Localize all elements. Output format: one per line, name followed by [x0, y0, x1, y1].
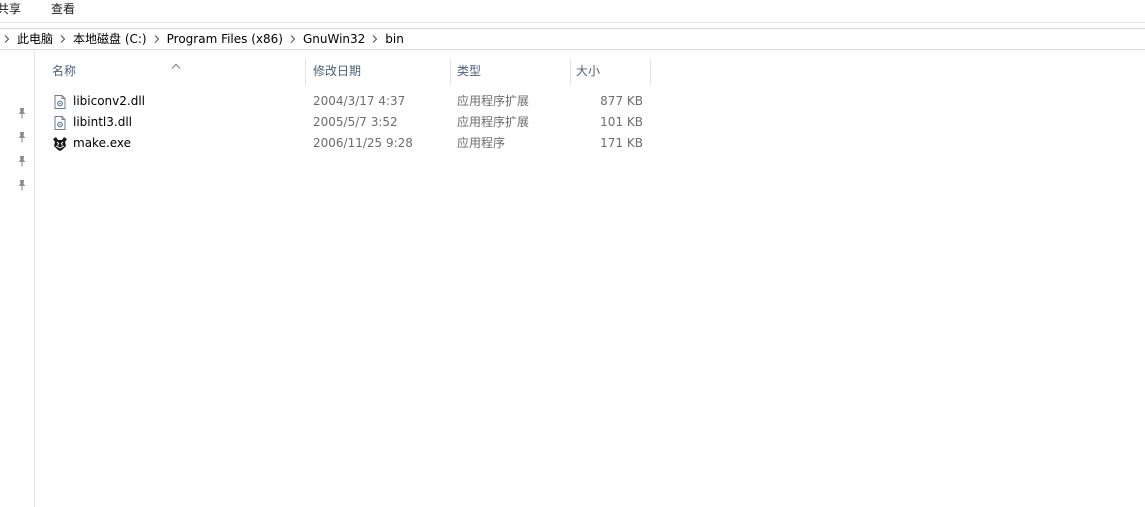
file-row[interactable]: libiconv2.dll 2004/3/17 4:37 应用程序扩展 877 …: [34, 91, 654, 112]
breadcrumb-program-files-x86[interactable]: Program Files (x86): [164, 29, 286, 49]
dll-file-icon: [52, 94, 68, 110]
breadcrumb-bin[interactable]: bin: [382, 29, 407, 49]
file-name-cell[interactable]: make.exe: [52, 133, 131, 154]
pin-icon[interactable]: [17, 152, 27, 167]
file-size: 171 KB: [600, 136, 643, 150]
file-name: make.exe: [73, 136, 132, 150]
chevron-right-icon[interactable]: [0, 29, 14, 49]
file-name-cell[interactable]: libiconv2.dll: [52, 91, 145, 112]
pin-icon[interactable]: [17, 176, 27, 191]
file-list: libiconv2.dll 2004/3/17 4:37 应用程序扩展 877 …: [34, 91, 654, 154]
file-name: libiconv2.dll: [73, 94, 145, 108]
chevron-right-icon[interactable]: [368, 29, 382, 49]
file-size: 877 KB: [600, 94, 643, 108]
tab-share[interactable]: 共享: [0, 1, 21, 17]
gnu-exe-icon: [52, 136, 68, 152]
pin-icon[interactable]: [17, 128, 27, 143]
chevron-right-icon[interactable]: [56, 29, 70, 49]
file-row[interactable]: make.exe 2006/11/25 9:28 应用程序 171 KB: [34, 133, 654, 154]
column-header-date-modified[interactable]: 修改日期: [307, 56, 450, 86]
column-headers: 名称 修改日期 类型 大小: [34, 56, 654, 86]
column-header-size[interactable]: 大小: [570, 56, 650, 86]
file-type: 应用程序扩展: [457, 94, 530, 108]
chevron-right-icon[interactable]: [286, 29, 300, 49]
column-header-name[interactable]: 名称: [46, 56, 304, 86]
file-date: 2004/3/17 4:37: [313, 94, 406, 108]
file-date: 2005/5/7 3:52: [313, 115, 398, 129]
address-bar[interactable]: 此电脑 本地磁盘 (C:) Program Files (x86) GnuWin…: [0, 28, 1145, 50]
column-header-type[interactable]: 类型: [451, 56, 569, 86]
breadcrumb-this-pc[interactable]: 此电脑: [14, 29, 56, 49]
file-type: 应用程序: [457, 136, 506, 150]
file-name: libintl3.dll: [73, 115, 132, 129]
breadcrumb-gnuwin32[interactable]: GnuWin32: [300, 29, 368, 49]
file-row[interactable]: libintl3.dll 2005/5/7 3:52 应用程序扩展 101 KB: [34, 112, 654, 133]
column-divider[interactable]: [305, 58, 306, 86]
navigation-pane[interactable]: [0, 50, 35, 507]
chevron-right-icon[interactable]: [150, 29, 164, 49]
file-size: 101 KB: [600, 115, 643, 129]
file-explorer-window: 共享 查看 此电脑 本地磁盘 (C:) Program Files (x86) …: [0, 0, 1145, 507]
dll-file-icon: [52, 115, 68, 131]
pin-icon[interactable]: [17, 104, 27, 119]
file-name-cell[interactable]: libintl3.dll: [52, 112, 132, 133]
tab-view[interactable]: 查看: [51, 1, 75, 17]
breadcrumb: 此电脑 本地磁盘 (C:) Program Files (x86) GnuWin…: [0, 29, 407, 49]
file-type: 应用程序扩展: [457, 115, 530, 129]
file-date: 2006/11/25 9:28: [313, 136, 413, 150]
ribbon-tabs: 共享 查看: [0, 0, 1145, 23]
breadcrumb-local-disk[interactable]: 本地磁盘 (C:): [70, 29, 150, 49]
column-divider[interactable]: [650, 58, 651, 86]
